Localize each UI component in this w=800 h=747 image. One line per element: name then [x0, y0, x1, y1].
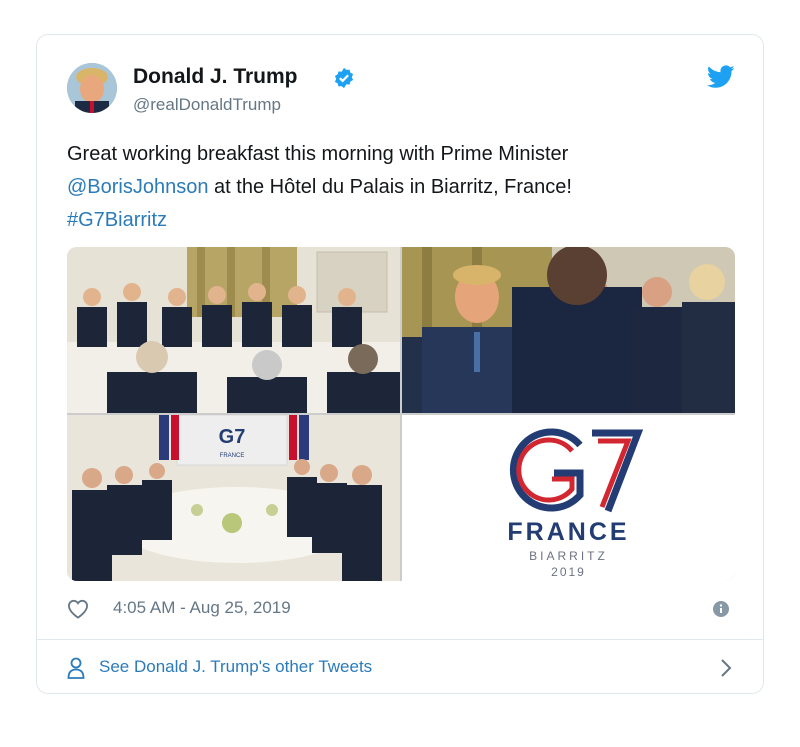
- twitter-bird-icon[interactable]: [707, 65, 735, 89]
- photo-closeup[interactable]: [402, 247, 735, 413]
- g7-logo-mark: [509, 428, 644, 513]
- tweet-text-line1: Great working breakfast this morning wit…: [67, 143, 569, 165]
- see-other-tweets-label[interactable]: See Donald J. Trump's other Tweets: [99, 657, 372, 677]
- person-icon: [67, 657, 85, 679]
- see-other-tweets-link[interactable]: See Donald J. Trump's other Tweets: [67, 655, 733, 681]
- tweet-timestamp[interactable]: 4:05 AM - Aug 25, 2019: [113, 598, 291, 618]
- photo-meeting-table[interactable]: [67, 247, 400, 413]
- info-icon[interactable]: [713, 601, 729, 617]
- backdrop-france-text: FRANCE: [220, 453, 245, 459]
- author-handle[interactable]: @realDonaldTrump: [133, 95, 281, 115]
- mention-link[interactable]: @BorisJohnson: [67, 176, 208, 198]
- logo-france-text: FRANCE: [507, 518, 630, 546]
- photo-g7-breakfast[interactable]: G7 FRANCE: [67, 415, 400, 581]
- logo-city-text: BIARRITZ: [529, 549, 608, 563]
- tweet-card: Donald J. Trump @realDonaldTrump Great w…: [36, 34, 764, 694]
- hashtag-link[interactable]: #G7Biarritz: [67, 209, 167, 231]
- divider: [37, 639, 763, 640]
- tweet-meta-row: 4:05 AM - Aug 25, 2019: [67, 597, 729, 623]
- g7-logo-tile[interactable]: FRANCE BIARRITZ 2019: [402, 415, 735, 581]
- media-grid: G7 FRANCE FRANCE BIARRITZ 2019: [67, 247, 735, 581]
- heart-icon[interactable]: [67, 599, 89, 619]
- logo-year-text: 2019: [551, 565, 586, 579]
- g7-logo: FRANCE BIARRITZ 2019: [402, 415, 735, 581]
- tweet-text-line2: at the Hôtel du Palais in Biarritz, Fran…: [208, 176, 572, 198]
- tweet-text: Great working breakfast this morning wit…: [67, 138, 727, 237]
- verified-badge-icon: [334, 67, 354, 89]
- author-name[interactable]: Donald J. Trump: [133, 65, 298, 89]
- avatar[interactable]: [67, 63, 117, 113]
- chevron-right-icon[interactable]: [719, 658, 733, 678]
- backdrop-g7-text: G7: [219, 426, 246, 448]
